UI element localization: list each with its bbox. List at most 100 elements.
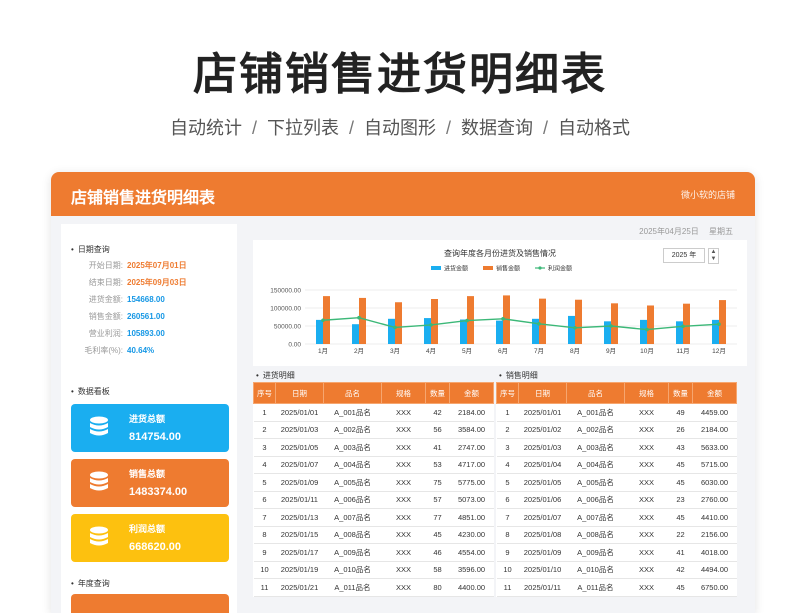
table-cell[interactable]: 7 (253, 508, 276, 527)
table-cell[interactable]: 3584.00 (449, 421, 494, 439)
table-cell[interactable]: 2025/01/03 (518, 438, 567, 457)
table-cell[interactable]: 43 (668, 438, 693, 457)
table-cell[interactable]: 5775.00 (449, 473, 494, 492)
table-cell[interactable]: 75 (425, 473, 450, 492)
table-cell[interactable]: A_003品名 (566, 438, 625, 457)
table-cell[interactable]: 22 (668, 526, 693, 544)
table-cell[interactable]: A_004品名 (566, 456, 625, 474)
table-cell[interactable]: 8 (496, 526, 519, 544)
table-cell[interactable]: 2025/01/21 (275, 578, 324, 597)
table-cell[interactable]: 41 (425, 438, 450, 457)
table-cell[interactable]: XXX (624, 456, 669, 474)
table-cell[interactable]: A_005品名 (566, 473, 625, 492)
table-cell[interactable]: 2760.00 (692, 491, 737, 509)
table-cell[interactable]: A_001品名 (323, 403, 382, 422)
table-cell[interactable]: A_006品名 (566, 491, 625, 509)
field-value[interactable]: 2025年07月01日 (127, 261, 187, 270)
table-cell[interactable]: 5715.00 (692, 456, 737, 474)
table-cell[interactable]: 42 (668, 561, 693, 579)
table-cell[interactable]: 6 (496, 491, 519, 509)
table-cell[interactable]: 2025/01/13 (275, 508, 324, 527)
table-cell[interactable]: XXX (381, 421, 426, 439)
table-row[interactable]: 8 2025/01/08 A_008品名 XXX 22 2156.00 (496, 526, 737, 544)
table-cell[interactable]: 9 (496, 543, 519, 562)
table-cell[interactable]: A_003品名 (323, 438, 382, 457)
table-cell[interactable]: 4851.00 (449, 508, 494, 527)
table-row[interactable]: 11 2025/01/11 A_011品名 XXX 45 6750.00 (496, 578, 737, 597)
table-cell[interactable]: 4459.00 (692, 403, 737, 422)
table-cell[interactable]: 46 (425, 543, 450, 562)
table-cell[interactable]: XXX (381, 526, 426, 544)
table-cell[interactable]: 9 (253, 543, 276, 562)
table-cell[interactable]: 6030.00 (692, 473, 737, 492)
table-cell[interactable]: A_005品名 (323, 473, 382, 492)
column-header[interactable]: 品名 (323, 382, 382, 404)
table-cell[interactable]: 4717.00 (449, 456, 494, 474)
table-cell[interactable]: 2025/01/04 (518, 456, 567, 474)
table-cell[interactable]: 5073.00 (449, 491, 494, 509)
table-cell[interactable]: 5 (253, 473, 276, 492)
table-cell[interactable]: A_006品名 (323, 491, 382, 509)
table-row[interactable]: 4 2025/01/04 A_004品名 XXX 45 5715.00 (496, 456, 737, 474)
table-row[interactable]: 1 2025/01/01 A_001品名 XXX 49 4459.00 (496, 403, 737, 422)
table-row[interactable]: 10 2025/01/10 A_010品名 XXX 42 4494.00 (496, 561, 737, 579)
table-cell[interactable]: 2025/01/15 (275, 526, 324, 544)
table-cell[interactable]: A_004品名 (323, 456, 382, 474)
table-cell[interactable]: XXX (381, 456, 426, 474)
column-header[interactable]: 序号 (496, 382, 519, 404)
column-header[interactable]: 日期 (518, 382, 567, 404)
table-cell[interactable]: 3 (253, 438, 276, 457)
column-header[interactable]: 规格 (624, 382, 669, 404)
table-cell[interactable]: XXX (381, 473, 426, 492)
table-cell[interactable]: 23 (668, 491, 693, 509)
table-cell[interactable]: 2025/01/03 (275, 421, 324, 439)
table-cell[interactable]: A_010品名 (566, 561, 625, 579)
table-cell[interactable]: 45 (668, 456, 693, 474)
table-cell[interactable]: 6750.00 (692, 578, 737, 597)
table-cell[interactable]: 2025/01/10 (518, 561, 567, 579)
table-cell[interactable]: 2025/01/09 (518, 543, 567, 562)
table-cell[interactable]: 2025/01/11 (518, 578, 567, 597)
table-cell[interactable]: 2025/01/05 (518, 473, 567, 492)
table-cell[interactable]: 3 (496, 438, 519, 457)
table-cell[interactable]: 49 (668, 403, 693, 422)
table-cell[interactable]: 2 (496, 421, 519, 439)
table-cell[interactable]: 3596.00 (449, 561, 494, 579)
table-cell[interactable]: 2184.00 (449, 403, 494, 422)
table-cell[interactable]: XXX (381, 561, 426, 579)
column-header[interactable]: 金额 (692, 382, 737, 404)
table-cell[interactable]: 11 (496, 578, 519, 597)
table-cell[interactable]: 10 (253, 561, 276, 579)
table-cell[interactable]: 2156.00 (692, 526, 737, 544)
table-row[interactable]: 9 2025/01/17 A_009品名 XXX 46 4554.00 (253, 543, 494, 562)
table-row[interactable]: 3 2025/01/03 A_003品名 XXX 43 5633.00 (496, 438, 737, 457)
table-cell[interactable]: 42 (425, 403, 450, 422)
table-cell[interactable]: A_011品名 (323, 578, 382, 597)
table-cell[interactable]: A_008品名 (566, 526, 625, 544)
table-cell[interactable]: 4554.00 (449, 543, 494, 562)
table-cell[interactable]: XXX (624, 491, 669, 509)
table-cell[interactable]: XXX (624, 508, 669, 527)
column-header[interactable]: 日期 (275, 382, 324, 404)
table-cell[interactable]: 80 (425, 578, 450, 597)
table-cell[interactable]: 2025/01/02 (518, 421, 567, 439)
table-cell[interactable]: 2025/01/07 (275, 456, 324, 474)
table-cell[interactable]: 5633.00 (692, 438, 737, 457)
table-cell[interactable]: 2025/01/09 (275, 473, 324, 492)
table-row[interactable]: 3 2025/01/05 A_003品名 XXX 41 2747.00 (253, 438, 494, 457)
table-cell[interactable]: XXX (624, 578, 669, 597)
table-cell[interactable]: 2025/01/11 (275, 491, 324, 509)
table-cell[interactable]: 56 (425, 421, 450, 439)
table-cell[interactable]: 2 (253, 421, 276, 439)
table-cell[interactable]: A_007品名 (566, 508, 625, 527)
table-row[interactable]: 6 2025/01/11 A_006品名 XXX 57 5073.00 (253, 491, 494, 509)
field-value[interactable]: 2025年09月03日 (127, 278, 187, 287)
table-cell[interactable]: 45 (668, 578, 693, 597)
table-row[interactable]: 7 2025/01/13 A_007品名 XXX 77 4851.00 (253, 508, 494, 527)
table-cell[interactable]: A_002品名 (566, 421, 625, 439)
table-cell[interactable]: 2747.00 (449, 438, 494, 457)
table-cell[interactable]: XXX (381, 578, 426, 597)
table-cell[interactable]: 2184.00 (692, 421, 737, 439)
table-cell[interactable]: 7 (496, 508, 519, 527)
table-cell[interactable]: 2025/01/19 (275, 561, 324, 579)
